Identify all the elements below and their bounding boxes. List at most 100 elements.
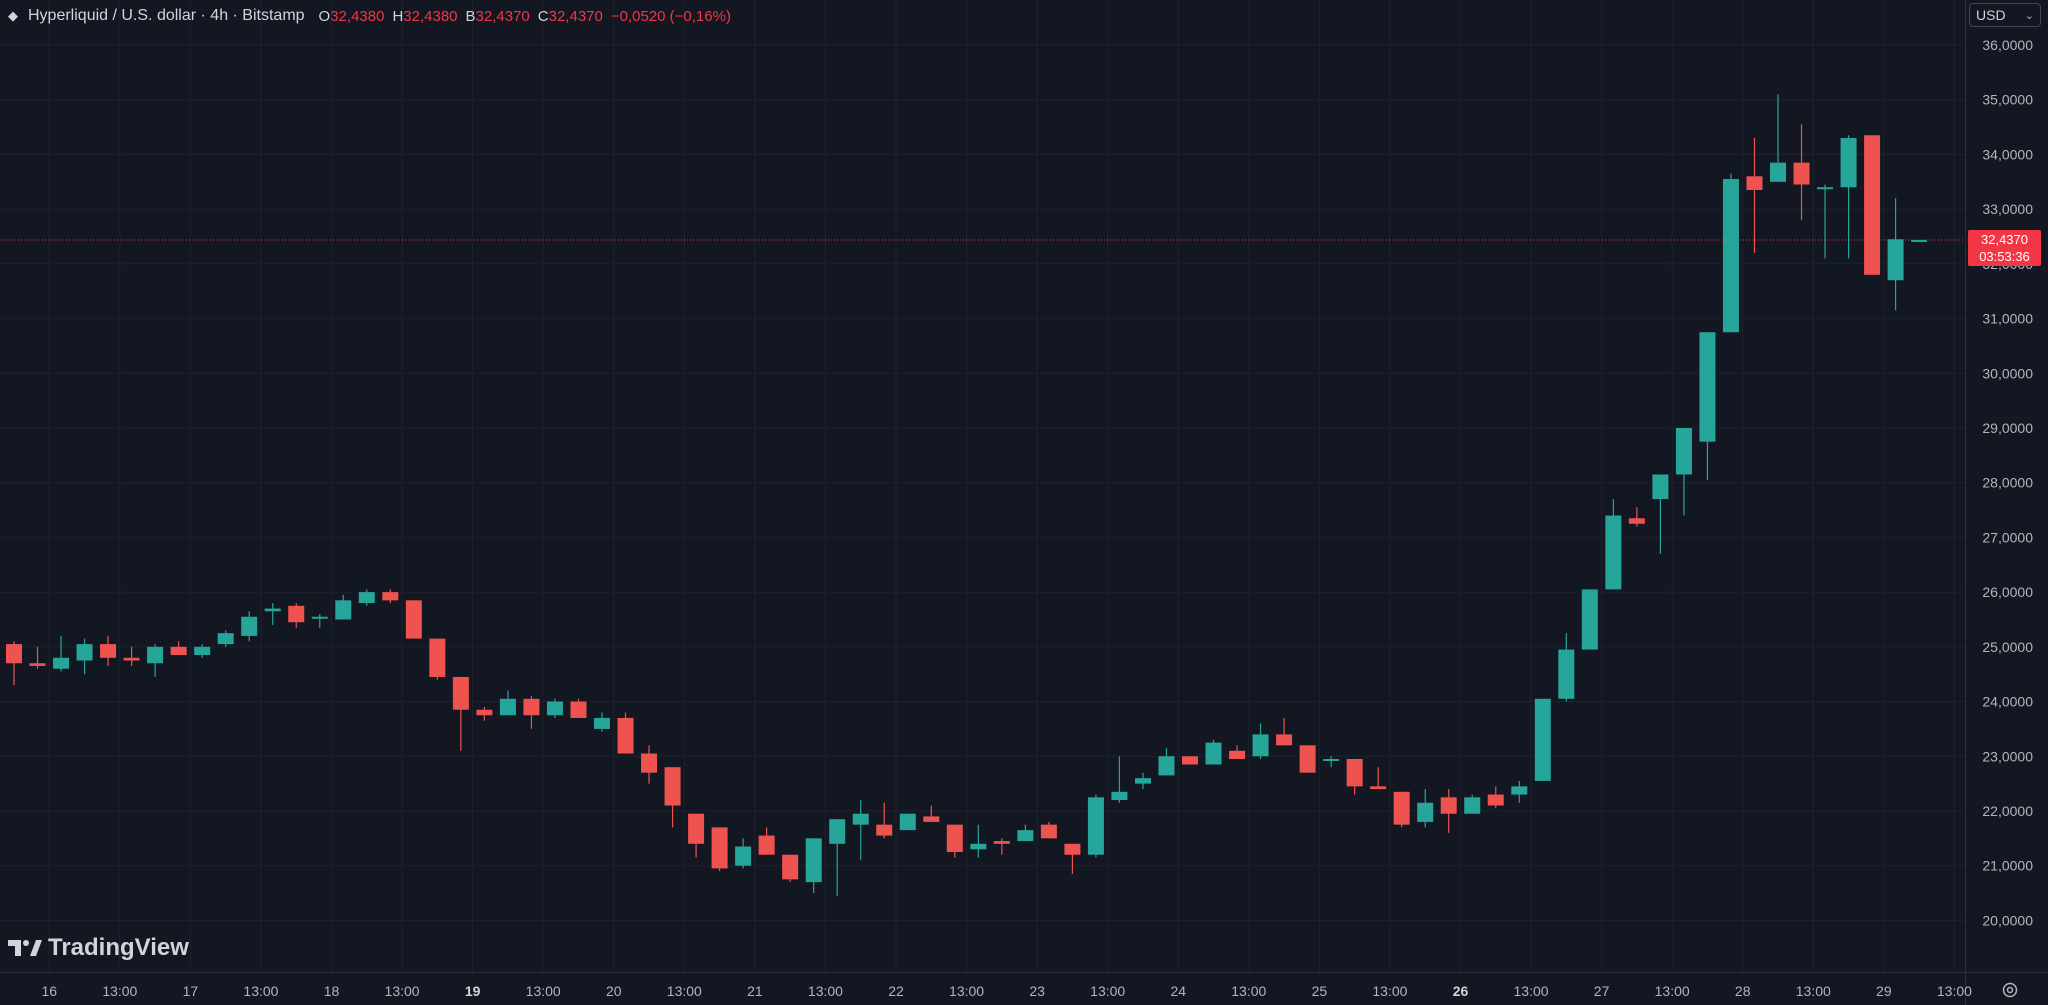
- ohlc-close-value: 32,4370: [548, 7, 603, 25]
- candle-body: [1134, 778, 1151, 784]
- price-tick-label: 25,0000: [1982, 639, 2033, 655]
- candle-body: [1699, 332, 1716, 442]
- candle-body: [829, 819, 846, 844]
- candle-body: [1605, 515, 1622, 590]
- candle-body: [405, 600, 422, 639]
- candle-body: [1487, 794, 1504, 806]
- price-change: −0,0520 (−0,16%): [610, 7, 731, 25]
- candle-body: [782, 854, 799, 880]
- settings-gear-icon[interactable]: [2000, 980, 2020, 1000]
- candle-body: [1722, 179, 1739, 333]
- symbol-legend[interactable]: ◆ Hyperliquid / U.S. dollar · 4h · Bitst…: [8, 4, 731, 28]
- time-tick-label: 22: [888, 983, 904, 999]
- candle-body: [499, 698, 516, 716]
- candle-body: [1205, 742, 1222, 765]
- time-tick-label: 13:00: [1514, 983, 1549, 999]
- time-tick-label: 19: [465, 983, 481, 999]
- time-tick-label: 13:00: [526, 983, 561, 999]
- candle-body: [711, 827, 728, 869]
- candle-body: [1652, 474, 1669, 500]
- candle-body: [311, 616, 328, 619]
- time-tick-label: 13:00: [1372, 983, 1407, 999]
- candle-body: [1464, 797, 1481, 814]
- candle-body: [1793, 162, 1810, 185]
- time-tick-label: 20: [606, 983, 622, 999]
- candle-body: [641, 753, 658, 773]
- symbol-title: Hyperliquid / U.S. dollar · 4h · Bitstam…: [28, 7, 305, 24]
- price-tick-label: 26,0000: [1982, 584, 2033, 600]
- time-tick-label: 29: [1876, 983, 1892, 999]
- ohlc-open-value: 32,4380: [330, 7, 385, 25]
- symbol-logo-icon: ◆: [8, 8, 18, 23]
- time-tick-label: 17: [183, 983, 199, 999]
- ohlc-open-key: O: [318, 7, 331, 25]
- candle-body: [546, 701, 563, 716]
- candle-body: [1370, 786, 1387, 790]
- bar-countdown: 03:53:36: [1979, 249, 2030, 264]
- ohlc-low-key: B: [465, 7, 476, 25]
- candle-body: [899, 813, 916, 831]
- time-tick-label: 24: [1170, 983, 1186, 999]
- tradingview-logo-icon: [8, 940, 42, 956]
- chart-area[interactable]: 36,000035,000034,000033,000032,000031,00…: [0, 0, 2048, 1005]
- last-price-value: 32,4370: [1981, 232, 2028, 247]
- price-tick-label: 28,0000: [1982, 475, 2033, 491]
- tradingview-logo[interactable]: TradingView: [8, 934, 189, 962]
- candle-body: [429, 638, 446, 677]
- price-tick-label: 22,0000: [1982, 803, 2033, 819]
- price-tick-label: 21,0000: [1982, 858, 2033, 874]
- candle-body: [617, 717, 634, 754]
- candle-body: [6, 644, 22, 664]
- candle-body: [1111, 791, 1128, 801]
- candle-body: [358, 592, 375, 604]
- candle-body: [76, 644, 93, 661]
- candle-body: [664, 767, 681, 806]
- candle-body: [476, 709, 493, 716]
- time-tick-label: 13:00: [1796, 983, 1831, 999]
- time-tick-label: 27: [1594, 983, 1610, 999]
- candle-body: [382, 592, 399, 601]
- candle-body: [946, 824, 963, 853]
- candle-body: [735, 846, 752, 866]
- candle-body: [1182, 756, 1198, 765]
- candle-body: [53, 657, 70, 669]
- ohlc-high-key: H: [392, 7, 404, 25]
- candle-body: [264, 608, 281, 612]
- candle-body: [970, 843, 987, 850]
- candle-body: [1840, 138, 1857, 188]
- brand-name: TradingView: [48, 934, 189, 961]
- candle-body: [1323, 758, 1340, 761]
- candle-body: [1534, 698, 1551, 781]
- candle-body: [1346, 758, 1363, 787]
- candle-body: [1299, 745, 1316, 773]
- candle-body: [1581, 589, 1598, 650]
- time-tick-label: 13:00: [949, 983, 984, 999]
- candle-body: [1087, 797, 1104, 855]
- candle-body: [1887, 239, 1904, 281]
- candle-body: [1252, 734, 1269, 757]
- time-tick-label: 13:00: [243, 983, 278, 999]
- candle-body: [1229, 750, 1246, 759]
- ohlc-values: O32,4380 H32,4380 B32,4370 C32,4370 −0,0…: [319, 8, 731, 25]
- candle-body: [241, 616, 258, 636]
- candle-body: [123, 657, 140, 661]
- time-tick-label: 13:00: [808, 983, 843, 999]
- currency-selector[interactable]: USD ⌄: [1969, 3, 2041, 27]
- time-tick-label: 25: [1312, 983, 1328, 999]
- last-price-label: 32,4370 03:53:36: [1968, 230, 2041, 266]
- price-tick-label: 35,0000: [1982, 92, 2033, 108]
- candlestick-chart[interactable]: 36,000035,000034,000033,000032,000031,00…: [0, 0, 2048, 1005]
- candle-body: [1040, 824, 1057, 839]
- candle-body: [1440, 797, 1457, 814]
- price-tick-label: 27,0000: [1982, 529, 2033, 545]
- time-tick-label: 13:00: [1231, 983, 1266, 999]
- ohlc-low-value: 32,4370: [475, 7, 530, 25]
- candle-body: [523, 698, 540, 716]
- candle-body: [100, 644, 117, 658]
- candle-body: [594, 717, 610, 729]
- candle-body: [876, 824, 893, 836]
- price-tick-label: 33,0000: [1982, 201, 2033, 217]
- price-tick-label: 30,0000: [1982, 365, 2033, 381]
- time-tick-label: 26: [1453, 983, 1469, 999]
- candle-body: [170, 646, 187, 656]
